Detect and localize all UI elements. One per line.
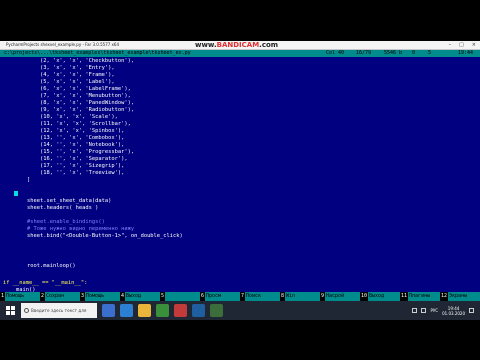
title-bar: PycharmProjects shexvel_example.py - Far…	[0, 41, 480, 50]
fkey-5[interactable]: 5	[160, 292, 200, 301]
code-line: (17, '', 'x', 'Sizegrip'),	[14, 163, 125, 169]
code-line: (12, 'x', 'x', 'Spinbox'),	[14, 128, 125, 134]
bandicam-icon[interactable]	[174, 304, 187, 317]
python-icon[interactable]	[210, 304, 223, 317]
code-line-comment: #sheet.enable_bindings()	[14, 219, 105, 225]
code-line: (7, 'x', 'x', 'Menubutton'),	[14, 93, 131, 99]
status-time: 19:44	[458, 50, 474, 56]
code-line: (11, 'x', 'x', 'Scrollbar'),	[14, 121, 131, 127]
code-line: (8, 'x', 'x', 'PanedWindow'),	[14, 100, 135, 106]
status-size: 5546 b	[384, 50, 403, 56]
search-icon	[24, 308, 29, 313]
bandicam-watermark: www.BANDICAM.com	[195, 41, 278, 49]
code-line: (5, 'x', 'x', 'Label'),	[14, 79, 115, 85]
fkey-6[interactable]: 6 Просм	[200, 292, 240, 301]
watermark-suffix: .com	[259, 41, 279, 49]
code-line: (6, 'x', 'x', 'LabelFrame'),	[14, 86, 131, 92]
far-manager-window: PycharmProjects shexvel_example.py - Far…	[0, 41, 480, 320]
file-explorer-icon[interactable]	[138, 304, 151, 317]
clock-date: 01.03.2020	[442, 310, 465, 316]
fkey-12[interactable]: 12 Экраны	[440, 292, 480, 301]
status-counter: 0	[412, 50, 416, 56]
code-line: sheet.bind("<Double-Button-1>", on_doubl…	[14, 233, 183, 239]
network-icon[interactable]	[412, 308, 418, 313]
edge-icon[interactable]	[120, 304, 133, 317]
text-cursor	[14, 191, 18, 196]
clock[interactable]: 19:44 01.03.2020	[442, 306, 465, 316]
fkey-9[interactable]: 9 Насрой	[320, 292, 360, 301]
store-icon[interactable]	[156, 304, 169, 317]
code-line: (16, '', 'x', 'Separator'),	[14, 156, 128, 162]
file-path: c:\projects\...\tksheet_examples\tksheet…	[4, 50, 191, 56]
close-icon[interactable]: ×	[472, 41, 476, 49]
volume-icon[interactable]	[421, 308, 427, 313]
fkey-10[interactable]: 10 Выход	[360, 292, 400, 301]
fkey-2[interactable]: 2 Сохран	[40, 292, 80, 301]
windows-start-icon[interactable]	[3, 304, 17, 318]
task-view-icon[interactable]	[102, 304, 115, 317]
editor-status-line: c:\projects\...\tksheet_examples\tksheet…	[0, 50, 480, 57]
far-manager-icon[interactable]	[192, 304, 205, 317]
code-line: (4, 'x', 'x', 'Frame'),	[14, 72, 115, 78]
fkey-8[interactable]: 8 Win	[280, 292, 320, 301]
code-editor[interactable]: (2, 'x', 'x', 'Checkbutton'), (3, 'x', '…	[0, 58, 480, 293]
fkey-7[interactable]: 7 Поиск	[240, 292, 280, 301]
code-line: root.mainloop()	[14, 263, 76, 269]
status-row: 16/79	[356, 50, 372, 56]
language-indicator[interactable]: РУС	[430, 308, 438, 313]
status-col: Col 40	[326, 50, 345, 56]
function-key-bar: 1 Помощь 2 Сохран 3 Помощь 4 Выход 5 6 Просм …	[0, 292, 480, 301]
taskbar-search-box[interactable]: Введите здесь текст для поиска	[21, 303, 97, 318]
windows-taskbar: Введите здесь текст для поиска РУС 19:44…	[0, 301, 480, 320]
watermark-brand: BANDICAM	[216, 41, 260, 49]
system-tray: РУС 19:44 01.03.2020	[412, 306, 480, 316]
watermark-prefix: www.	[195, 41, 217, 49]
code-line: (3, 'x', 'x', 'Entry'),	[14, 65, 115, 71]
code-line: (18, '', 'x', 'Treeview'),	[14, 170, 125, 176]
status-mode: 5	[428, 50, 432, 56]
code-line: (2, 'x', 'x', 'Checkbutton'),	[14, 58, 135, 64]
code-line: sheet.set_sheet_data(data)	[14, 198, 112, 204]
code-line: (13, '', 'x', 'Combobox'),	[14, 135, 125, 141]
search-placeholder: Введите здесь текст для поиска	[31, 308, 87, 313]
fkey-11[interactable]: 11 Плагины	[400, 292, 440, 301]
code-line: (14, '', 'x', 'Notebook'),	[14, 142, 125, 148]
code-line-keyword: if __name__ == "__main__":	[3, 280, 88, 286]
code-line: sheet.headers( heads )	[14, 205, 99, 211]
window-title: PycharmProjects shexvel_example.py - Far…	[6, 42, 120, 47]
fkey-3[interactable]: 3 Помощь	[80, 292, 120, 301]
code-line: (10, 'x', 'x', 'Scale'),	[14, 114, 118, 120]
code-line: (15, '', 'x', 'Progressbar'),	[14, 149, 135, 155]
minimize-icon[interactable]: –	[449, 41, 452, 49]
code-line: ]	[14, 177, 31, 183]
code-line: (9, 'x', 'x', 'Radiobutton'),	[14, 107, 135, 113]
fkey-1[interactable]: 1 Помощь	[0, 292, 40, 301]
notifications-icon[interactable]	[469, 308, 474, 313]
maximize-icon[interactable]: □	[459, 41, 464, 49]
code-line-comment: # Тоже нужно видно переменно нижу	[14, 226, 135, 232]
fkey-4[interactable]: 4 Выход	[120, 292, 160, 301]
